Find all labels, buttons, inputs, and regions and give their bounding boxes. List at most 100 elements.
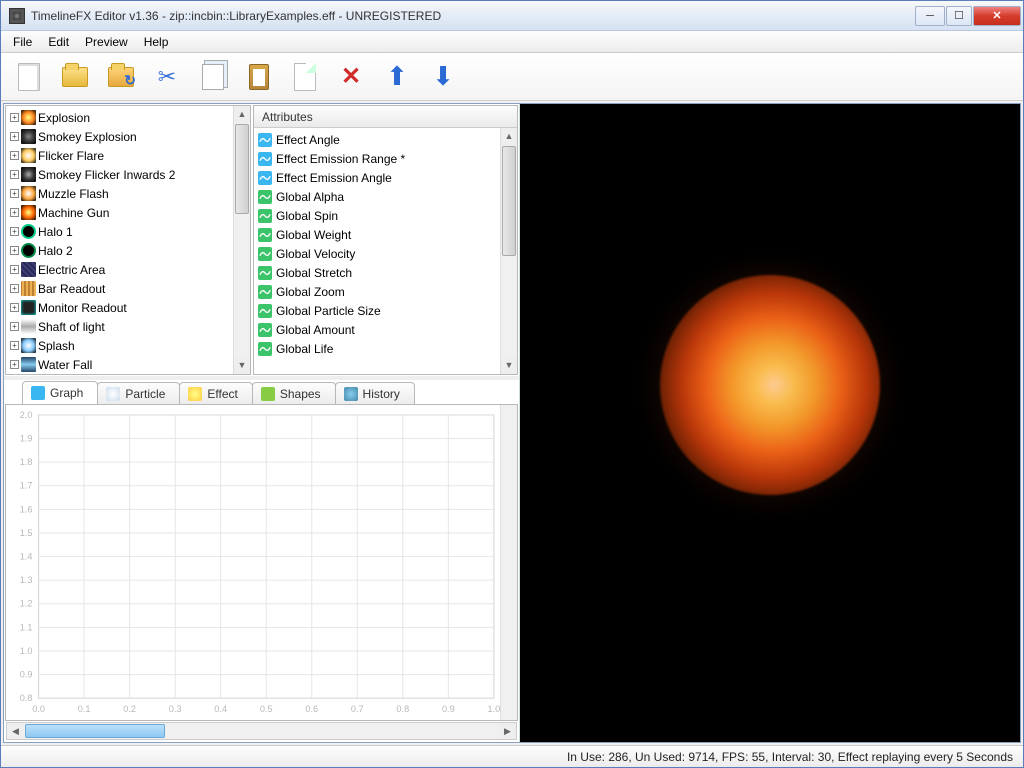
expander-icon[interactable]: +	[10, 132, 19, 141]
effect-thumbnail-icon	[21, 319, 36, 334]
effect-thumbnail-icon	[21, 243, 36, 258]
graph-vscrollbar[interactable]	[500, 405, 517, 720]
expander-icon[interactable]: +	[10, 303, 19, 312]
graph-canvas[interactable]: 0.00.10.20.30.40.50.60.70.80.91.00.80.91…	[10, 409, 500, 716]
svg-text:1.2: 1.2	[20, 599, 33, 609]
maximize-button[interactable]	[946, 6, 972, 26]
open-folder-button[interactable]	[59, 59, 91, 95]
tree-item[interactable]: + Electric Area	[6, 260, 233, 279]
tab-effect[interactable]: Effect	[179, 382, 252, 404]
menu-preview[interactable]: Preview	[77, 33, 136, 51]
title-bar[interactable]: TimelineFX Editor v1.36 - zip::incbin::L…	[1, 1, 1023, 31]
tab-history[interactable]: History	[335, 382, 415, 404]
attributes-list[interactable]: Effect Angle Effect Emission Range * Eff…	[254, 128, 500, 374]
attribute-item[interactable]: Effect Angle	[254, 130, 500, 149]
expander-icon[interactable]: +	[10, 360, 19, 369]
delete-button[interactable]: ✕	[335, 59, 367, 95]
tree-item[interactable]: + Water Fall	[6, 355, 233, 374]
scroll-left-icon[interactable]: ◀	[7, 723, 24, 739]
move-down-button[interactable]: ⬇	[427, 59, 459, 95]
scroll-down-icon[interactable]: ▼	[234, 357, 250, 374]
particle-icon	[106, 387, 120, 401]
preview-viewport[interactable]	[520, 104, 1020, 742]
tree-item[interactable]: + Shaft of light	[6, 317, 233, 336]
effect-thumbnail-icon	[21, 167, 36, 182]
graph-icon	[31, 386, 45, 400]
expander-icon[interactable]: +	[10, 265, 19, 274]
attribute-item[interactable]: Global Particle Size	[254, 301, 500, 320]
scroll-down-icon[interactable]: ▼	[501, 357, 517, 374]
new-document-button[interactable]	[13, 59, 45, 95]
tab-particle[interactable]: Particle	[97, 382, 180, 404]
tree-item[interactable]: + Explosion	[6, 108, 233, 127]
tree-item[interactable]: + Flicker Flare	[6, 146, 233, 165]
menu-edit[interactable]: Edit	[40, 33, 77, 51]
tree-item[interactable]: + Halo 2	[6, 241, 233, 260]
attribute-label: Global Amount	[276, 323, 355, 337]
svg-text:1.9: 1.9	[20, 434, 33, 444]
attributes-scrollbar[interactable]: ▲ ▼	[500, 128, 517, 374]
close-button[interactable]	[973, 6, 1021, 26]
tree-list[interactable]: + Explosion+ Smokey Explosion+ Flicker F…	[6, 106, 233, 374]
attribute-item[interactable]: Global Life	[254, 339, 500, 358]
attribute-label: Global Weight	[276, 228, 351, 242]
tree-item[interactable]: + Halo 1	[6, 222, 233, 241]
tab-history-label: History	[363, 387, 400, 401]
expander-icon[interactable]: +	[10, 246, 19, 255]
paste-button[interactable]	[243, 59, 275, 95]
attribute-item[interactable]: Global Stretch	[254, 263, 500, 282]
minimize-button[interactable]	[915, 6, 945, 26]
attribute-item[interactable]: Global Spin	[254, 206, 500, 225]
svg-text:1.5: 1.5	[20, 528, 33, 538]
move-up-button[interactable]: ⬆	[381, 59, 413, 95]
scroll-thumb[interactable]	[235, 124, 249, 214]
svg-text:1.0: 1.0	[487, 704, 500, 714]
scroll-thumb[interactable]	[502, 146, 516, 256]
tree-item[interactable]: + Smokey Explosion	[6, 127, 233, 146]
tree-item[interactable]: + Bar Readout	[6, 279, 233, 298]
shapes-icon	[261, 387, 275, 401]
scroll-up-icon[interactable]: ▲	[234, 106, 250, 123]
attribute-item[interactable]: Effect Emission Range *	[254, 149, 500, 168]
copy-button[interactable]	[197, 59, 229, 95]
expander-icon[interactable]: +	[10, 189, 19, 198]
page-icon	[294, 63, 316, 91]
expander-icon[interactable]: +	[10, 284, 19, 293]
tree-item[interactable]: + Monitor Readout	[6, 298, 233, 317]
scroll-up-icon[interactable]: ▲	[501, 128, 517, 145]
cut-button[interactable]: ✂	[151, 59, 183, 95]
tree-item[interactable]: + Machine Gun	[6, 203, 233, 222]
menu-file[interactable]: File	[5, 33, 40, 51]
expander-icon[interactable]: +	[10, 227, 19, 236]
expander-icon[interactable]: +	[10, 151, 19, 160]
open-library-button[interactable]	[105, 59, 137, 95]
expander-icon[interactable]: +	[10, 341, 19, 350]
attribute-item[interactable]: Global Amount	[254, 320, 500, 339]
expander-icon[interactable]: +	[10, 113, 19, 122]
tree-scrollbar[interactable]: ▲ ▼	[233, 106, 250, 374]
menu-help[interactable]: Help	[136, 33, 177, 51]
hscroll-thumb[interactable]	[25, 724, 165, 738]
tree-item[interactable]: + Smokey Flicker Inwards 2	[6, 165, 233, 184]
horizontal-scrollbar[interactable]: ◀ ▶	[6, 722, 517, 740]
folder-icon	[62, 67, 88, 87]
expander-icon[interactable]: +	[10, 208, 19, 217]
tree-item[interactable]: + Muzzle Flash	[6, 184, 233, 203]
copy-icon	[202, 64, 224, 90]
attribute-item[interactable]: Effect Emission Angle	[254, 168, 500, 187]
attribute-item[interactable]: Global Alpha	[254, 187, 500, 206]
lower-left-panel: Graph Particle Effect Shapes History 0.0…	[4, 380, 519, 742]
expander-icon[interactable]: +	[10, 322, 19, 331]
tree-item-label: Electric Area	[38, 263, 105, 277]
svg-text:0.1: 0.1	[78, 704, 91, 714]
attribute-item[interactable]: Global Velocity	[254, 244, 500, 263]
attribute-item[interactable]: Global Weight	[254, 225, 500, 244]
tab-shapes[interactable]: Shapes	[252, 382, 336, 404]
attribute-item[interactable]: Global Zoom	[254, 282, 500, 301]
expander-icon[interactable]: +	[10, 170, 19, 179]
scroll-right-icon[interactable]: ▶	[499, 723, 516, 739]
new-page-button[interactable]	[289, 59, 321, 95]
tree-item[interactable]: + Splash	[6, 336, 233, 355]
tree-item-label: Halo 2	[38, 244, 73, 258]
tab-graph[interactable]: Graph	[22, 381, 98, 404]
